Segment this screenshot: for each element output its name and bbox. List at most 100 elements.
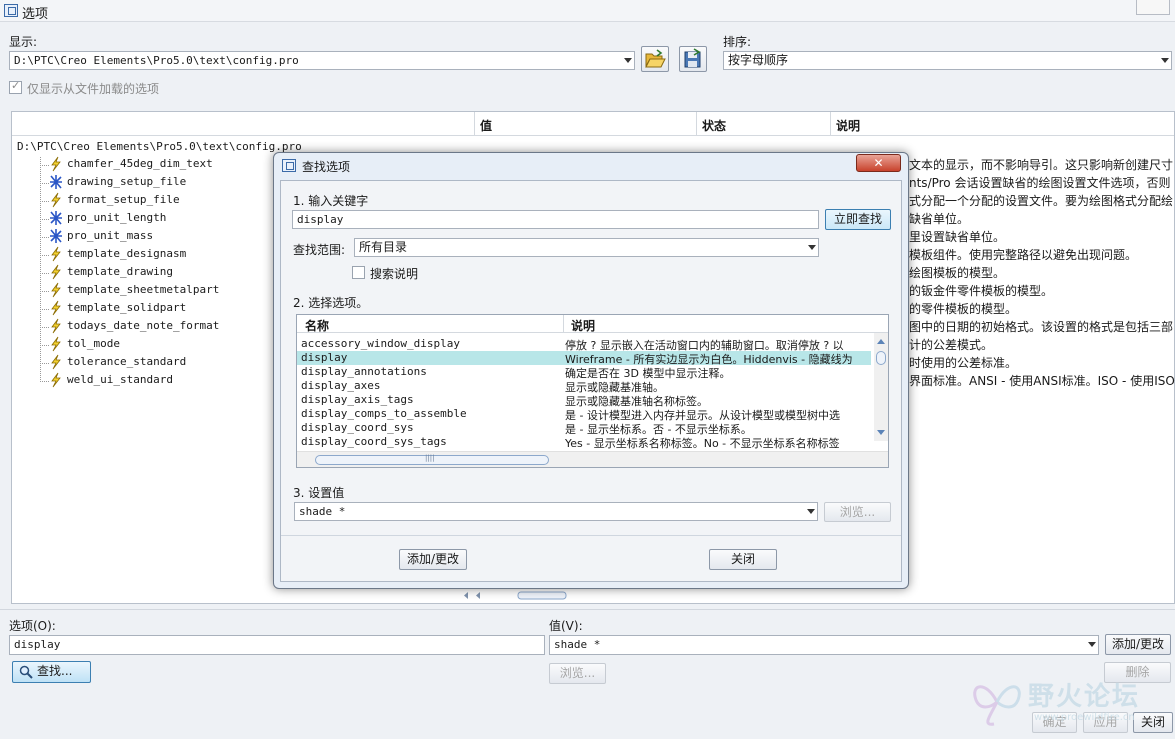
column-header-description[interactable]: 说明 [571, 317, 595, 334]
search-description-checkbox[interactable] [352, 266, 365, 279]
find-button[interactable]: 查找... [12, 661, 91, 683]
close-x-icon: ✕ [873, 156, 884, 170]
column-separator [474, 112, 475, 136]
tree-option-name: weld_ui_standard [67, 373, 173, 386]
lightning-icon [51, 372, 61, 388]
tree-connector [40, 165, 49, 166]
tree-connector [40, 255, 49, 256]
result-row[interactable]: display_axes 显示或隐藏基准轴。 [297, 379, 871, 394]
open-folder-button[interactable] [641, 46, 669, 72]
display-label: 显示: [9, 35, 38, 49]
sort-order-value: 按字母顺序 [728, 53, 789, 67]
lightning-icon [51, 264, 61, 280]
tree-root-config-file[interactable]: D:\PTC\Creo Elements\Pro5.0\text\config.… [17, 140, 302, 153]
dialog-browse-button[interactable]: 浏览... [824, 502, 891, 522]
option-results-list: 名称 说明 accessory_window_display 停放 ? 显示嵌入在… [296, 314, 889, 468]
only-loaded-checkbox[interactable] [9, 79, 22, 94]
table-horizontal-scrollbar[interactable] [462, 589, 582, 600]
scroll-up-arrow-icon[interactable] [877, 339, 885, 344]
scope-value: 所有目录 [359, 240, 408, 254]
result-option-name: display_axes [301, 379, 381, 392]
value-combo-text: shade * [554, 638, 601, 651]
result-option-name: display_annotations [301, 365, 427, 378]
tree-option-name: format_setup_file [67, 193, 180, 206]
dialog-add-change-button[interactable]: 添加/更改 [399, 549, 467, 570]
result-row[interactable]: display_coord_sys_tags Yes - 显示坐标系名称标签。No… [297, 435, 871, 450]
result-option-name: accessory_window_display [301, 337, 460, 350]
option-description-text: 计的公差模式。 [909, 338, 994, 352]
result-option-name: display_coord_sys [301, 421, 414, 434]
tree-connector [40, 201, 49, 202]
option-description-text: 缺省单位。 [909, 212, 970, 226]
column-header-name[interactable]: 名称 [305, 317, 329, 334]
watermark-url: www.proewildfire.cn [1034, 712, 1135, 723]
result-option-name: display [301, 351, 348, 364]
magnifier-icon [19, 665, 33, 679]
dialog-close-button[interactable]: ✕ [856, 154, 901, 172]
dialog-close-btn[interactable]: 关闭 [709, 549, 777, 570]
options-table-header: 值 状态 说明 [12, 112, 1174, 136]
result-row[interactable]: display_annotations 确定是否在 3D 模型中显示注释。 [297, 365, 871, 380]
step2-label: 2. 选择选项。 [293, 296, 369, 310]
result-row-selected[interactable]: display Wireframe - 所有实边显示为白色。Hiddenvis -… [297, 351, 871, 366]
option-description-text: 时使用的公差标准。 [909, 356, 1018, 370]
tree-option-name: todays_date_note_format [67, 319, 220, 332]
display-file-path: D:\PTC\Creo Elements\Pro5.0\text\config.… [14, 54, 299, 67]
scrollbar-thumb[interactable] [876, 351, 886, 365]
result-row[interactable]: display_axis_tags 显示或隐藏基准轴名称标签。 [297, 393, 871, 408]
tree-option-name: drawing_setup_file [67, 175, 187, 188]
save-file-button[interactable] [679, 46, 707, 72]
add-change-button[interactable]: 添加/更改 [1105, 634, 1171, 655]
sort-label: 排序: [723, 35, 752, 49]
result-option-name: display_coord_sys_tags [301, 435, 447, 448]
option-description-text: 图中的日期的初始格式。该设置的格式是包括三部 [909, 320, 1174, 334]
window-titlebar: 选项 [0, 0, 1175, 22]
app-window-icon [4, 4, 18, 17]
scrollbar-thumb-icon [464, 591, 567, 600]
chevron-down-icon [624, 58, 632, 63]
display-file-combo[interactable]: D:\PTC\Creo Elements\Pro5.0\text\config.… [9, 51, 635, 70]
find-now-button[interactable]: 立即查找 [825, 209, 891, 230]
column-header-status[interactable]: 状态 [702, 117, 726, 134]
option-description-text: 界面标准。ANSI - 使用ANSI标准。ISO - 使用ISO [909, 374, 1175, 388]
tree-connector [40, 219, 49, 220]
option-description-text: 里设置缺省单位。 [909, 230, 1006, 244]
set-value-combo[interactable]: shade * [294, 502, 818, 521]
result-row[interactable]: display_coord_sys 是 - 显示坐标系。否 - 不显示坐标系。 [297, 421, 871, 436]
column-separator [563, 315, 564, 333]
lightning-icon [51, 354, 61, 370]
lightning-icon [51, 156, 61, 172]
tree-option-name: template_drawing [67, 265, 173, 278]
lightning-icon [51, 336, 61, 352]
column-header-description[interactable]: 说明 [836, 117, 860, 134]
lightning-icon [51, 318, 61, 334]
sort-order-combo[interactable]: 按字母顺序 [723, 51, 1172, 70]
result-option-name: display_axis_tags [301, 393, 414, 406]
column-header-value[interactable]: 值 [480, 117, 492, 134]
window-close-button[interactable] [1136, 0, 1170, 15]
option-description-text: 绘图模板的模型。 [909, 266, 1006, 280]
browse-button[interactable]: 浏览... [549, 663, 606, 684]
tree-connector [40, 291, 49, 292]
option-description-text: 的零件模板的模型。 [909, 302, 1018, 316]
result-row[interactable]: accessory_window_display 停放 ? 显示嵌入在活动窗口内的… [297, 337, 871, 352]
result-row[interactable]: display_comps_to_assemble 是 - 设计模型进入内存并显示… [297, 407, 871, 422]
tree-connector [40, 363, 49, 364]
value-combo[interactable]: shade * [549, 635, 1099, 655]
scroll-down-arrow-icon[interactable] [877, 430, 885, 435]
results-vertical-scrollbar[interactable] [874, 333, 888, 441]
results-horizontal-scrollbar[interactable]: |||| [297, 451, 888, 467]
scope-combo[interactable]: 所有目录 [354, 238, 819, 257]
keyword-input[interactable]: display [292, 210, 819, 229]
tree-connector [40, 381, 49, 382]
result-option-name: display_comps_to_assemble [301, 407, 467, 420]
tree-option-name: template_solidpart [67, 301, 187, 314]
tree-option-name: pro_unit_length [67, 211, 167, 224]
chevron-down-icon [1088, 642, 1096, 647]
results-list-header: 名称 说明 [297, 315, 888, 333]
lightning-icon [51, 192, 61, 208]
search-description-label: 搜索说明 [370, 267, 419, 281]
option-name-input[interactable]: display [9, 635, 545, 655]
tree-option-name: pro_unit_mass [67, 229, 154, 242]
tree-connector [40, 273, 49, 274]
